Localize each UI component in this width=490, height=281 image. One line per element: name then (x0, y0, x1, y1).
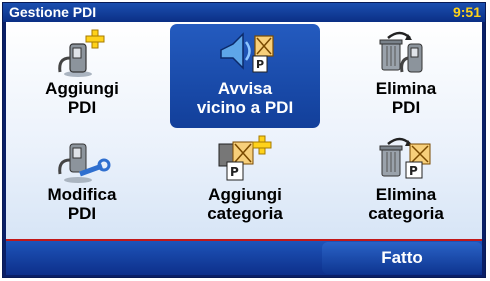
page-title: Gestione PDI (9, 4, 97, 20)
add-category-icon: P (218, 135, 272, 181)
title-bar: Gestione PDI 9:51 (3, 3, 485, 22)
done-button[interactable]: Fatto (322, 242, 482, 274)
add-poi-button[interactable]: Aggiungi PDI (8, 24, 156, 128)
svg-text:P: P (230, 165, 239, 179)
edit-poi-button[interactable]: Modifica PDI (8, 130, 156, 234)
warn-near-poi-label-line1: Avvisa (217, 79, 273, 98)
delete-category-label-line1: Elimina (375, 185, 437, 204)
warn-near-poi-button[interactable]: P Avvisa vicino a PDI (170, 24, 320, 128)
delete-category-button[interactable]: P Elimina categoria (332, 130, 480, 234)
add-poi-label: Aggiungi PDI (45, 79, 119, 117)
edit-poi-label-line2: PDI (67, 204, 97, 223)
add-category-button[interactable]: P Aggiungi categoria (170, 130, 320, 234)
add-poi-label-line2: PDI (67, 98, 97, 117)
warn-near-poi-label-line2: vicino a PDI (196, 98, 294, 117)
warn-near-poi-icon: P (220, 32, 274, 73)
clock: 9:51 (452, 4, 481, 20)
add-category-label-line1: Aggiungi (208, 185, 282, 204)
delete-poi-label-line2: PDI (391, 98, 421, 117)
delete-category-label: Elimina categoria (368, 185, 444, 223)
delete-category-icon: P (379, 137, 431, 179)
add-poi-label-line1: Aggiungi (45, 79, 119, 98)
delete-poi-label: Elimina PDI (376, 79, 436, 117)
warn-near-poi-label: Avvisa vicino a PDI (197, 79, 293, 117)
edit-poi-label: Modifica PDI (48, 185, 117, 223)
edit-poi-icon (58, 143, 111, 183)
delete-poi-icon (379, 31, 423, 73)
svg-text:P: P (409, 164, 418, 178)
add-category-label-line2: categoria (207, 204, 283, 223)
delete-category-label-line2: categoria (368, 204, 444, 223)
add-category-label: Aggiungi categoria (207, 185, 283, 223)
menu-panel: Aggiungi PDI P Avvisa vicino a PDI Elimi… (6, 22, 482, 239)
delete-poi-label-line1: Elimina (375, 79, 437, 98)
add-poi-icon (58, 29, 105, 77)
svg-text:P: P (256, 58, 264, 71)
edit-poi-label-line1: Modifica (47, 185, 117, 204)
delete-poi-button[interactable]: Elimina PDI (332, 24, 480, 128)
